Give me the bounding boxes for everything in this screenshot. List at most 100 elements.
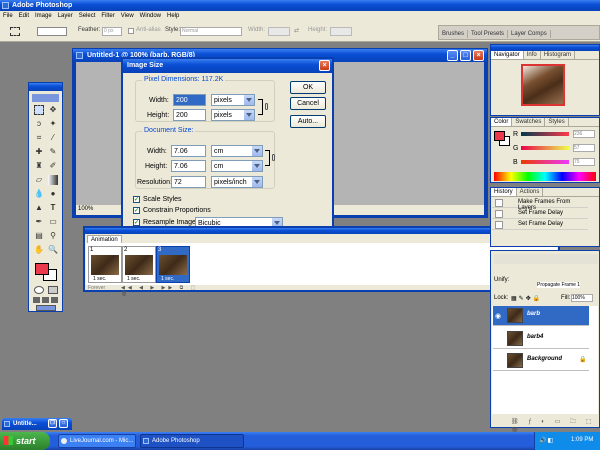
menu-layer[interactable]: Layer	[55, 11, 76, 21]
doc-height-unit-select[interactable]: cm	[211, 160, 263, 172]
history-brush-icon[interactable]: ✐	[48, 161, 58, 171]
menu-filter[interactable]: Filter	[98, 11, 117, 21]
image-size-title-bar[interactable]: Image Size ×	[123, 59, 332, 73]
frame-delay[interactable]: 1 sec.	[161, 276, 174, 282]
eye-icon[interactable]: ◉	[495, 312, 503, 320]
restore-button[interactable]: ❐	[48, 419, 57, 428]
eraser-icon[interactable]: ▱	[34, 175, 44, 185]
color-foreground-swatch[interactable]	[494, 131, 505, 141]
animation-frame[interactable]: 3 1 sec.	[156, 246, 190, 283]
color-spectrum-ramp[interactable]	[494, 172, 596, 181]
crop-icon[interactable]: ⌗	[34, 133, 44, 143]
move-icon[interactable]: ✥	[48, 105, 58, 115]
selection-mode-icons[interactable]	[37, 27, 67, 36]
lasso-icon[interactable]: ↄ	[34, 119, 44, 129]
healing-brush-icon[interactable]: ✚	[34, 147, 44, 157]
menu-window[interactable]: Window	[137, 11, 164, 21]
loop-select[interactable]: Forever	[88, 285, 105, 291]
standard-mode-icon[interactable]	[48, 286, 58, 294]
notes-icon[interactable]: ▤	[34, 231, 44, 241]
ok-button[interactable]: OK	[290, 81, 326, 94]
doc-width-input[interactable]: 7.06	[171, 145, 206, 157]
pixel-width-unit-select[interactable]: pixels	[211, 94, 255, 106]
tab-histogram[interactable]: Histogram	[541, 51, 576, 59]
image-size-close-button[interactable]: ×	[319, 60, 330, 71]
channel-b-slider[interactable]	[521, 160, 569, 164]
jump-to-imageready-icon[interactable]	[36, 305, 56, 311]
brush-icon[interactable]: ✎	[48, 147, 58, 157]
type-icon[interactable]: T	[48, 203, 58, 213]
antialias-checkbox[interactable]	[128, 28, 134, 34]
resample-image-checkbox[interactable]: ✓	[133, 219, 140, 226]
menu-select[interactable]: Select	[76, 11, 99, 21]
channel-r-value[interactable]: 236	[573, 130, 595, 138]
cancel-button[interactable]: Cancel	[290, 97, 326, 110]
hand-icon[interactable]: ✋	[34, 245, 44, 255]
history-item[interactable]: Set Frame Delay	[492, 209, 588, 219]
auto-button[interactable]: Auto...	[290, 115, 326, 128]
tab-navigator[interactable]: Navigator	[491, 51, 524, 59]
slice-icon[interactable]: ⁄	[48, 133, 58, 143]
width-input[interactable]	[268, 27, 290, 36]
scale-styles-checkbox[interactable]: ✓	[133, 196, 140, 203]
dodge-icon[interactable]: ●	[48, 189, 58, 199]
tab-color[interactable]: Color	[491, 118, 513, 126]
toolbox-title-bar[interactable]	[29, 83, 62, 91]
document-maximize-button[interactable]: □	[460, 50, 471, 61]
history-item[interactable]: Make Frames From Layers	[492, 198, 588, 211]
menu-view[interactable]: View	[118, 11, 137, 21]
tab-info[interactable]: Info	[524, 51, 541, 59]
layer-row[interactable]: ◉ barb	[493, 306, 589, 326]
tray-icons[interactable]: 🔊◧	[539, 437, 554, 444]
doc-height-input[interactable]: 7.06	[171, 160, 206, 172]
animation-frame[interactable]: 1 1 sec.	[88, 246, 122, 283]
tab-swatches[interactable]: Swatches	[512, 118, 546, 126]
fill-input[interactable]: 100%	[571, 294, 593, 302]
maximize-button[interactable]: □	[59, 419, 68, 428]
menu-help[interactable]: Help	[164, 11, 182, 21]
quick-mask-icon[interactable]	[34, 286, 44, 294]
resolution-unit-select[interactable]: pixels/inch	[211, 176, 263, 188]
layer-buttons[interactable]: ⛓ ƒ ◐ ▭ 🗀 ⬚ 🗑	[511, 417, 597, 434]
channel-g-value[interactable]: 57	[573, 144, 595, 152]
style-select[interactable]: Normal	[180, 27, 242, 36]
marquee-icon[interactable]	[34, 105, 44, 115]
pixel-width-input[interactable]: 200	[173, 94, 206, 106]
document-minimize-button[interactable]: _	[447, 50, 458, 61]
pixel-height-input[interactable]: 200	[173, 109, 206, 121]
menu-file[interactable]: File	[0, 11, 16, 21]
layer-row[interactable]: barb4	[493, 329, 589, 349]
taskbar-task-active[interactable]: Adobe Photoshop	[140, 434, 244, 448]
document-close-button[interactable]: ×	[473, 50, 484, 61]
tab-history[interactable]: History	[491, 188, 517, 196]
blur-icon[interactable]: 💧	[34, 189, 44, 199]
tab-styles[interactable]: Styles	[545, 118, 569, 126]
magic-wand-icon[interactable]: ✦	[48, 119, 58, 129]
animation-title-bar[interactable]: _	[85, 226, 558, 234]
zoom-icon[interactable]: 🔍	[48, 245, 58, 255]
minimized-document[interactable]: Untitle... ❐ □	[2, 418, 72, 430]
gradient-icon[interactable]	[48, 175, 58, 185]
history-item[interactable]: Set Frame Delay	[492, 220, 588, 230]
playback-controls[interactable]: ◀◀ ◀ ▶ ▶▶ ⧉ ⬚ 🗑	[121, 285, 211, 297]
resolution-input[interactable]: 72	[171, 176, 206, 188]
eyedropper-icon[interactable]: ⚲	[48, 231, 58, 241]
shape-icon[interactable]: ▭	[48, 217, 58, 227]
layer-row[interactable]: Background 🔒	[493, 351, 589, 371]
palette-tab-layer-comps[interactable]: Layer Comps	[508, 30, 551, 38]
tab-actions[interactable]: Actions	[517, 188, 544, 196]
height-input[interactable]	[330, 27, 352, 36]
clone-stamp-icon[interactable]: ♜	[34, 161, 44, 171]
menu-image[interactable]: Image	[32, 11, 55, 21]
channel-g-slider[interactable]	[521, 146, 569, 150]
menu-edit[interactable]: Edit	[16, 11, 32, 21]
path-selection-icon[interactable]: ▲	[34, 203, 44, 213]
foreground-color-swatch[interactable]	[35, 263, 49, 275]
navigator-preview[interactable]	[521, 64, 565, 106]
channel-b-value[interactable]: 75	[573, 158, 595, 166]
feather-input[interactable]: 0 px	[102, 27, 122, 36]
constrain-proportions-checkbox[interactable]: ✓	[133, 207, 140, 214]
palette-tab-brushes[interactable]: Brushes	[439, 30, 469, 38]
frame-delay[interactable]: 1 sec.	[93, 276, 106, 282]
doc-width-unit-select[interactable]: cm	[211, 145, 263, 157]
